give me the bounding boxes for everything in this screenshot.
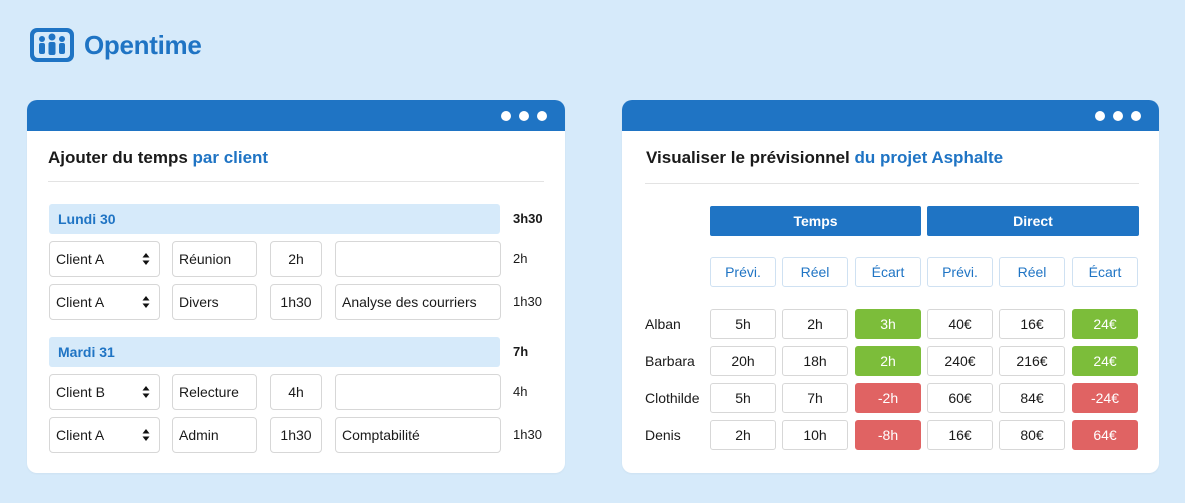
value-cell: 40€: [927, 309, 993, 339]
variance-cell: 64€: [1072, 420, 1138, 450]
day-total: 3h30: [513, 211, 543, 226]
client-select-value: Client A: [56, 251, 105, 267]
select-arrows-icon: [142, 429, 150, 441]
task-input[interactable]: Admin: [172, 417, 257, 453]
column-header: Écart: [855, 257, 921, 287]
value-cell: 240€: [927, 346, 993, 376]
brand-name: Opentime: [84, 29, 202, 60]
panel-title: Ajouter du temps par client: [48, 148, 268, 168]
column-header: Prévi.: [927, 257, 993, 287]
row-total: 1h30: [513, 427, 542, 442]
heading-text: Visualiser le prévisionnel: [646, 148, 855, 167]
heading-text: Ajouter du temps: [48, 148, 193, 167]
value-cell: 20h: [710, 346, 776, 376]
person-name: Barbara: [645, 353, 695, 369]
dots-icon[interactable]: [501, 111, 547, 121]
comment-input[interactable]: Analyse des courriers: [335, 284, 501, 320]
forecast-window: Visualiser le prévisionnel du projet Asp…: [622, 100, 1159, 473]
variance-cell: 24€: [1072, 309, 1138, 339]
row-total: 4h: [513, 384, 528, 399]
variance-cell: -24€: [1072, 383, 1138, 413]
window-titlebar: [622, 100, 1159, 131]
time-entry-window: Ajouter du temps par client Lundi 30 3h30…: [27, 100, 565, 473]
client-select[interactable]: Client A: [49, 284, 160, 320]
variance-cell: 24€: [1072, 346, 1138, 376]
person-name: Clothilde: [645, 390, 700, 406]
select-arrows-icon: [142, 386, 150, 398]
value-cell: 10h: [782, 420, 848, 450]
duration-input[interactable]: 1h30: [270, 284, 322, 320]
duration-input[interactable]: 2h: [270, 241, 322, 277]
panel-title: Visualiser le prévisionnel du projet Asp…: [646, 148, 1003, 168]
value-cell: 84€: [999, 383, 1065, 413]
row-total: 1h30: [513, 294, 542, 309]
client-select-value: Client B: [56, 384, 106, 400]
people-group-icon: [30, 28, 74, 62]
divider: [645, 183, 1139, 184]
heading-accent: du projet Asphalte: [854, 148, 1004, 167]
client-select-value: Client A: [56, 427, 105, 443]
value-cell: 5h: [710, 383, 776, 413]
task-input[interactable]: Divers: [172, 284, 257, 320]
comment-input[interactable]: [335, 374, 501, 410]
day-header: Lundi 30: [49, 204, 500, 234]
brand-logo: Opentime: [28, 24, 202, 66]
window-titlebar: [27, 100, 565, 131]
dots-icon[interactable]: [1095, 111, 1141, 121]
value-cell: 60€: [927, 383, 993, 413]
client-select[interactable]: Client A: [49, 417, 160, 453]
day-header: Mardi 31: [49, 337, 500, 367]
client-select[interactable]: Client B: [49, 374, 160, 410]
variance-cell: 2h: [855, 346, 921, 376]
heading-accent: par client: [192, 148, 269, 167]
variance-cell: -2h: [855, 383, 921, 413]
task-input[interactable]: Relecture: [172, 374, 257, 410]
client-select-value: Client A: [56, 294, 105, 310]
client-select[interactable]: Client A: [49, 241, 160, 277]
variance-cell: 3h: [855, 309, 921, 339]
value-cell: 16€: [927, 420, 993, 450]
group-header-direct: Direct: [927, 206, 1139, 236]
row-total: 2h: [513, 251, 528, 266]
value-cell: 216€: [999, 346, 1065, 376]
variance-cell: -8h: [855, 420, 921, 450]
value-cell: 18h: [782, 346, 848, 376]
person-name: Denis: [645, 427, 681, 443]
duration-input[interactable]: 1h30: [270, 417, 322, 453]
value-cell: 7h: [782, 383, 848, 413]
value-cell: 2h: [710, 420, 776, 450]
value-cell: 2h: [782, 309, 848, 339]
select-arrows-icon: [142, 253, 150, 265]
column-header: Réel: [999, 257, 1065, 287]
value-cell: 16€: [999, 309, 1065, 339]
column-header: Prévi.: [710, 257, 776, 287]
select-arrows-icon: [142, 296, 150, 308]
column-header: Réel: [782, 257, 848, 287]
value-cell: 5h: [710, 309, 776, 339]
value-cell: 80€: [999, 420, 1065, 450]
task-input[interactable]: Réunion: [172, 241, 257, 277]
column-header: Écart: [1072, 257, 1138, 287]
group-header-time: Temps: [710, 206, 921, 236]
duration-input[interactable]: 4h: [270, 374, 322, 410]
person-name: Alban: [645, 316, 681, 332]
comment-input[interactable]: Comptabilité: [335, 417, 501, 453]
divider: [48, 181, 544, 182]
comment-input[interactable]: [335, 241, 501, 277]
day-total: 7h: [513, 344, 529, 359]
